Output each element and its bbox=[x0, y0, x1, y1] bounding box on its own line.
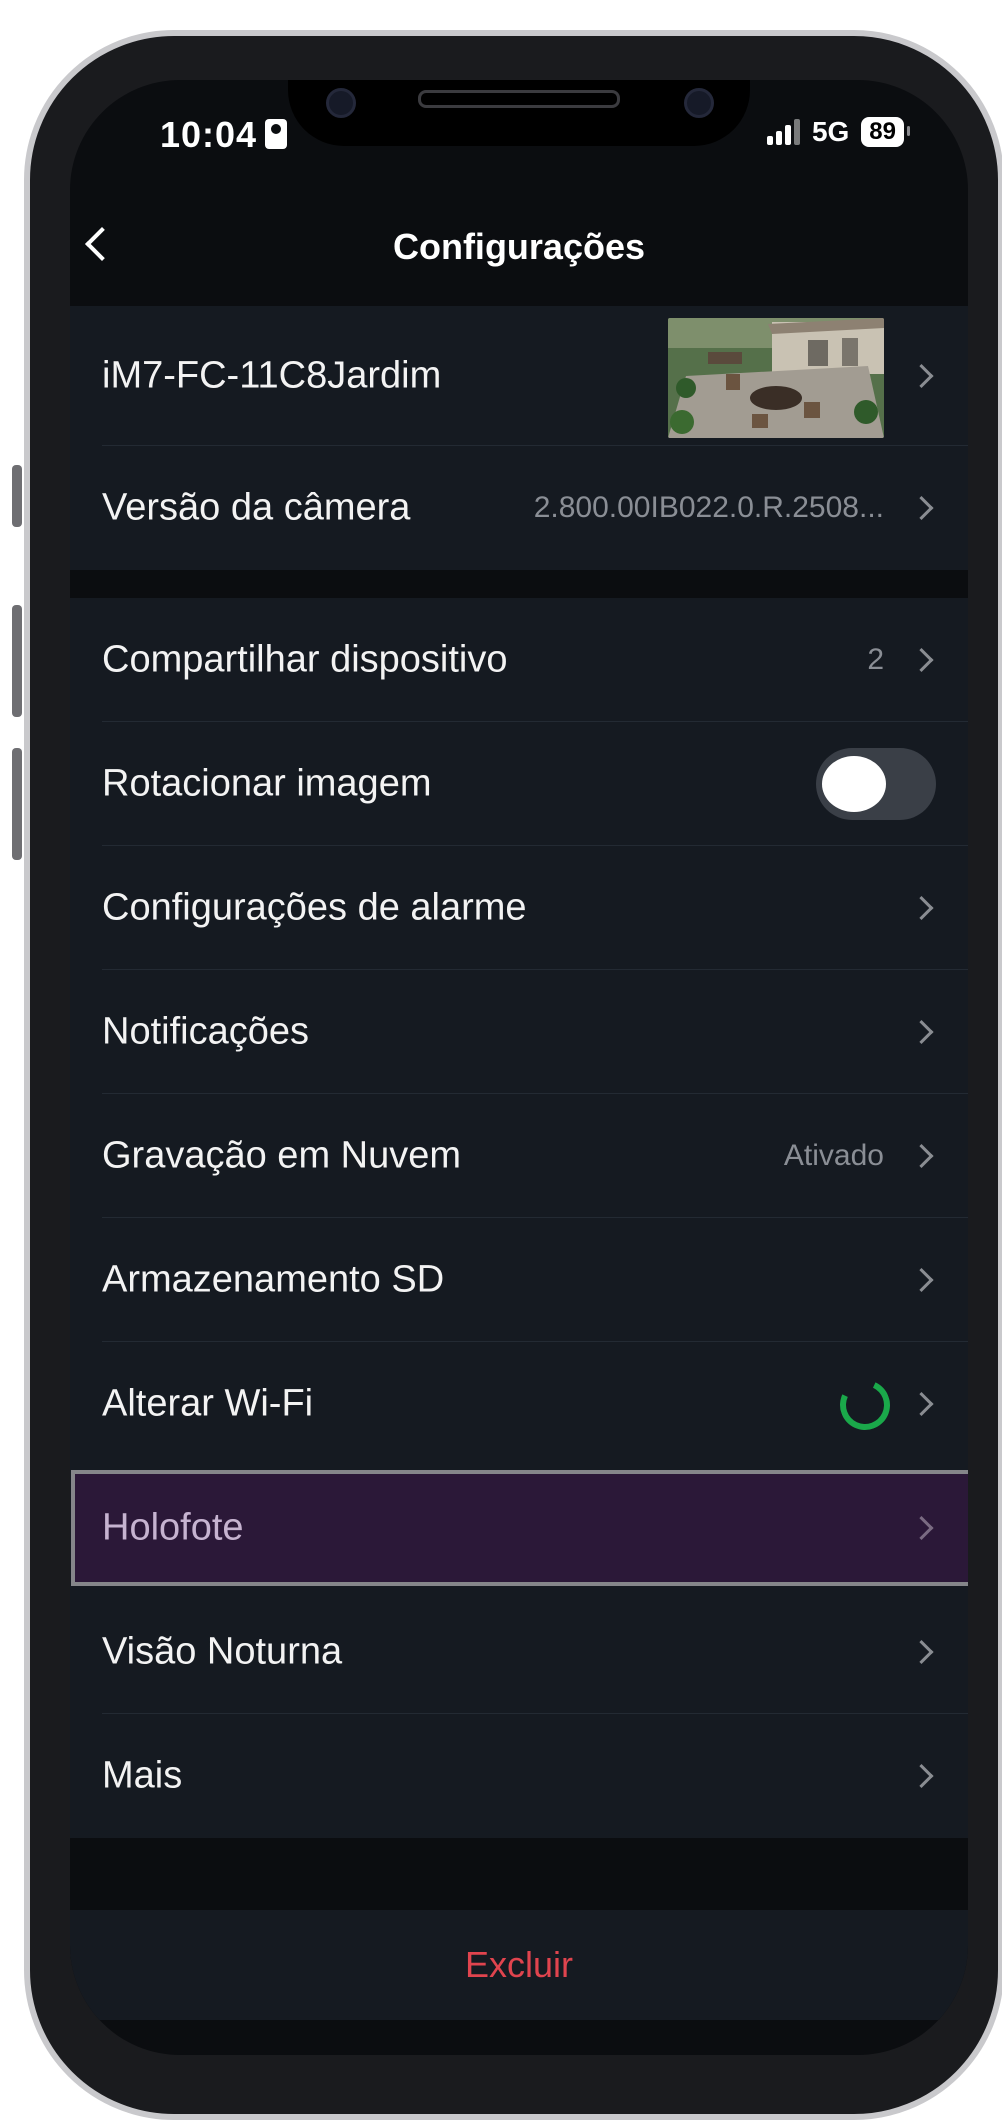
chevron-right-icon bbox=[909, 1143, 934, 1169]
camera-version-value: 2.800.00IB022.0.R.2508... bbox=[533, 491, 884, 524]
network-type: 5G bbox=[811, 116, 850, 147]
loading-spinner-icon bbox=[832, 1372, 898, 1438]
setting-row-night-vision[interactable]: Visão Noturna bbox=[70, 1590, 968, 1714]
setting-label: Compartilhar dispositivo bbox=[102, 638, 508, 681]
setting-label: Alterar Wi-Fi bbox=[102, 1382, 314, 1425]
settings-section: Compartilhar dispositivo 2 Rotacionar im… bbox=[70, 598, 968, 1838]
setting-label: Rotacionar imagem bbox=[102, 762, 432, 805]
phone-screen: 10:04 5G 89 Configurações iM7-FC-11C8Jar… bbox=[70, 80, 968, 2055]
status-bar-time: 10:04 bbox=[160, 114, 288, 156]
setting-label: Holofote bbox=[102, 1506, 244, 1549]
setting-row-change-wifi[interactable]: Alterar Wi-Fi bbox=[70, 1342, 968, 1466]
contact-card-icon bbox=[265, 119, 288, 149]
setting-label: Visão Noturna bbox=[102, 1630, 343, 1673]
device-info-section: iM7-FC-11C8Jardim Versão da câmera 2.800… bbox=[70, 306, 968, 570]
chevron-right-icon bbox=[909, 1267, 934, 1293]
notch bbox=[288, 80, 750, 146]
chevron-right-icon bbox=[909, 1019, 934, 1045]
setting-row-spotlight[interactable]: Holofote bbox=[70, 1466, 968, 1590]
battery-indicator: 89 bbox=[861, 117, 910, 147]
cloud-recording-status: Ativado bbox=[783, 1139, 884, 1172]
mute-switch bbox=[12, 465, 22, 527]
device-name: iM7-FC-11C8Jardim bbox=[102, 354, 442, 397]
camera-preview-thumbnail[interactable] bbox=[668, 318, 884, 438]
volume-up-button bbox=[12, 605, 22, 717]
chevron-right-icon bbox=[909, 647, 934, 673]
sensor-icon bbox=[326, 88, 356, 118]
setting-label: Configurações de alarme bbox=[102, 886, 527, 929]
front-camera-icon bbox=[684, 88, 714, 118]
camera-version-row[interactable]: Versão da câmera 2.800.00IB022.0.R.2508.… bbox=[70, 446, 968, 570]
chevron-right-icon bbox=[909, 1639, 934, 1665]
chevron-right-icon bbox=[909, 1391, 934, 1417]
volume-down-button bbox=[12, 748, 22, 860]
delete-device-bar: Excluir bbox=[70, 1910, 968, 2020]
shared-count: 2 bbox=[867, 643, 884, 676]
status-bar-right: 5G 89 bbox=[766, 116, 910, 148]
camera-version-label: Versão da câmera bbox=[102, 486, 411, 529]
setting-row-rotate-image: Rotacionar imagem bbox=[70, 722, 968, 846]
setting-row-alarm-settings[interactable]: Configurações de alarme bbox=[70, 846, 968, 970]
device-name-row[interactable]: iM7-FC-11C8Jardim bbox=[70, 306, 968, 446]
setting-label: Gravação em Nuvem bbox=[102, 1134, 462, 1177]
chevron-right-icon bbox=[909, 363, 934, 389]
setting-row-cloud-recording[interactable]: Gravação em Nuvem Ativado bbox=[70, 1094, 968, 1218]
rotate-image-toggle[interactable] bbox=[816, 748, 936, 820]
setting-label: Armazenamento SD bbox=[102, 1258, 445, 1301]
chevron-right-icon bbox=[909, 895, 934, 921]
setting-label: Notificações bbox=[102, 1010, 309, 1053]
earpiece-speaker bbox=[418, 90, 620, 108]
delete-button[interactable]: Excluir bbox=[465, 1944, 573, 1985]
chevron-right-icon bbox=[909, 495, 934, 521]
setting-label: Mais bbox=[102, 1754, 183, 1797]
toggle-knob bbox=[822, 756, 886, 812]
page-title: Configurações bbox=[392, 226, 646, 267]
setting-row-sd-storage[interactable]: Armazenamento SD bbox=[70, 1218, 968, 1342]
setting-row-more[interactable]: Mais bbox=[70, 1714, 968, 1838]
setting-row-share-device[interactable]: Compartilhar dispositivo 2 bbox=[70, 598, 968, 722]
nav-header: Configurações bbox=[70, 200, 968, 296]
signal-strength-icon bbox=[766, 119, 800, 145]
chevron-right-icon bbox=[909, 1763, 934, 1789]
setting-row-notifications[interactable]: Notificações bbox=[70, 970, 968, 1094]
